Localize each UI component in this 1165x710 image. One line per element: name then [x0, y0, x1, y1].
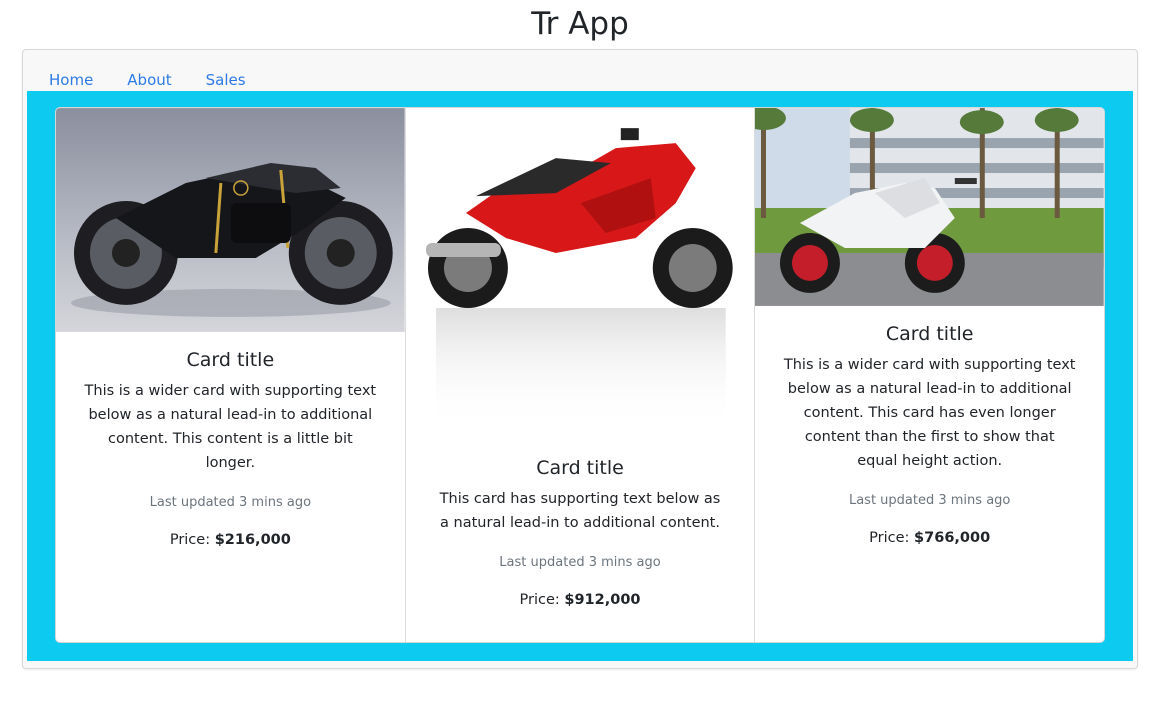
price-label: Price:	[869, 530, 910, 546]
price-value: $912,000	[564, 592, 641, 608]
card-text: This is a wider card with supporting tex…	[783, 357, 1076, 469]
price-value: $216,000	[214, 532, 291, 548]
price-label: Price:	[169, 532, 211, 548]
card: Card title This is a wider card with sup…	[755, 108, 1104, 642]
price-value: $766,000	[914, 530, 991, 546]
card-price: Price: $912,000	[434, 589, 727, 611]
motorcycle-image	[56, 108, 405, 332]
content-area: Card title This is a wider card with sup…	[27, 91, 1133, 661]
card: Card title This card has supporting text…	[405, 108, 756, 642]
card-title: Card title	[885, 323, 974, 345]
card-title: Card title	[536, 457, 624, 479]
card-group: Card title This is a wider card with sup…	[55, 107, 1105, 643]
card-updated: Last updated 3 mins ago	[149, 495, 312, 510]
card-updated: Last updated 3 mins ago	[848, 493, 1011, 508]
card-price: Price: $766,000	[783, 527, 1076, 549]
card-text: This card has supporting text below as a…	[439, 491, 721, 531]
nav-home-link[interactable]: Home	[49, 70, 93, 90]
nav-about-link[interactable]: About	[127, 70, 171, 90]
top-nav: Home About Sales	[49, 70, 280, 90]
card-text: This is a wider card with supporting tex…	[84, 383, 377, 471]
card-price: Price: $216,000	[84, 529, 377, 551]
card: Card title This is a wider card with sup…	[56, 108, 406, 642]
main-panel: Home About Sales Card title This is a wi…	[22, 49, 1138, 669]
app-title: Tr App	[531, 6, 629, 42]
card-updated: Last updated 3 mins ago	[499, 555, 661, 570]
motorcycle-image	[405, 108, 755, 440]
motorcycle-image	[755, 108, 1104, 306]
card-title: Card title	[186, 349, 275, 371]
nav-sales-link[interactable]: Sales	[206, 70, 246, 90]
price-label: Price:	[519, 592, 560, 608]
